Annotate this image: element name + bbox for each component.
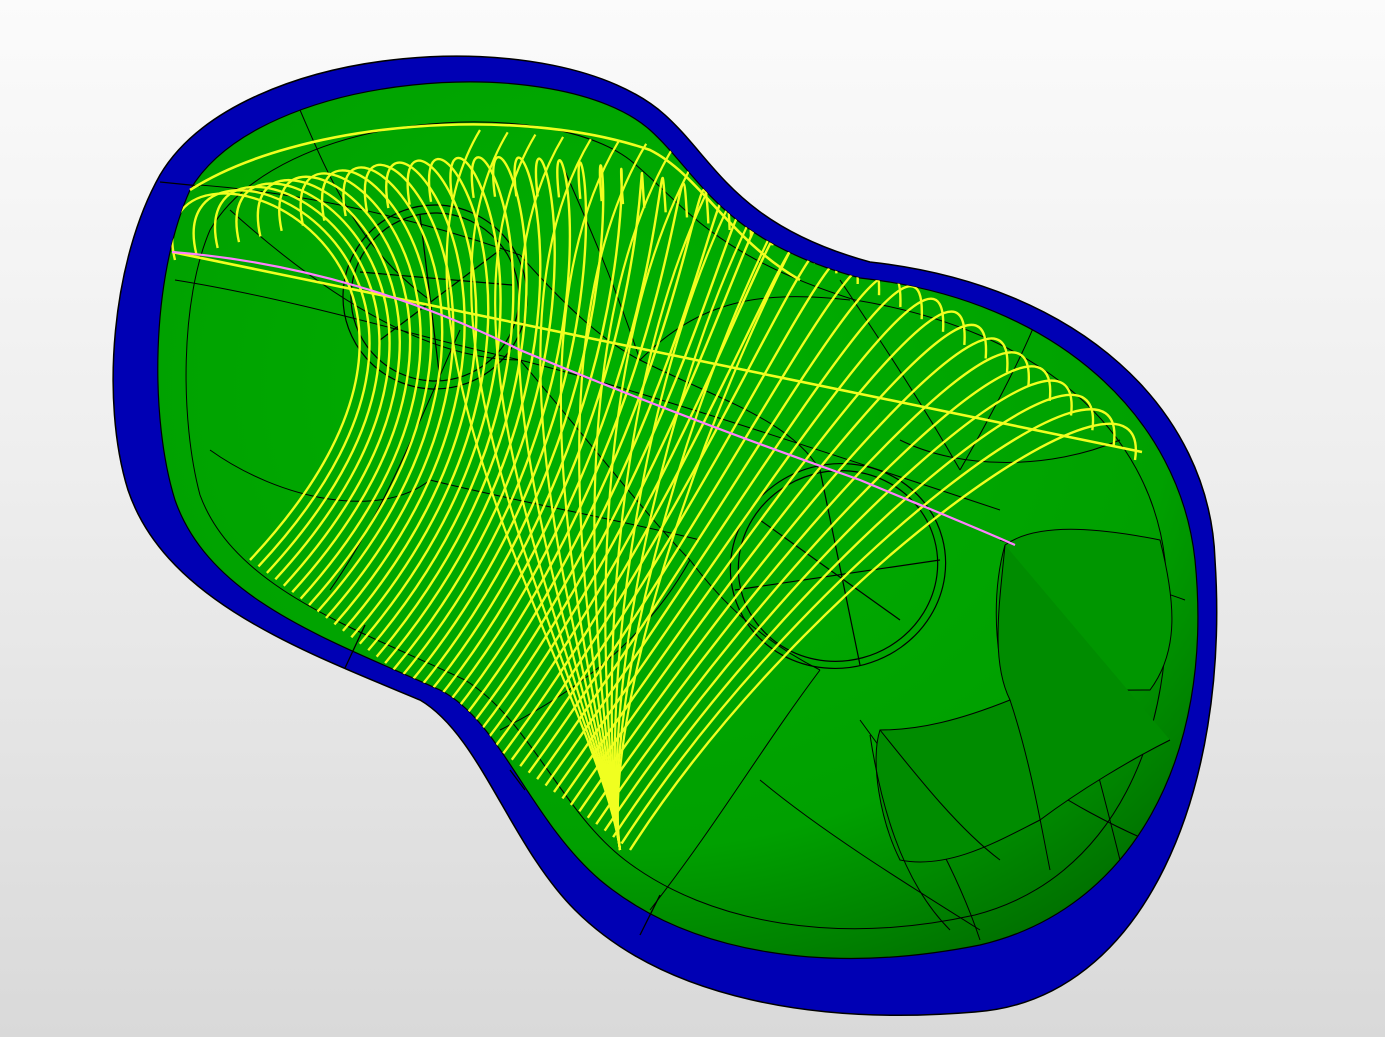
cad-viewport[interactable] (0, 0, 1385, 1037)
model-canvas[interactable] (0, 0, 1385, 1037)
